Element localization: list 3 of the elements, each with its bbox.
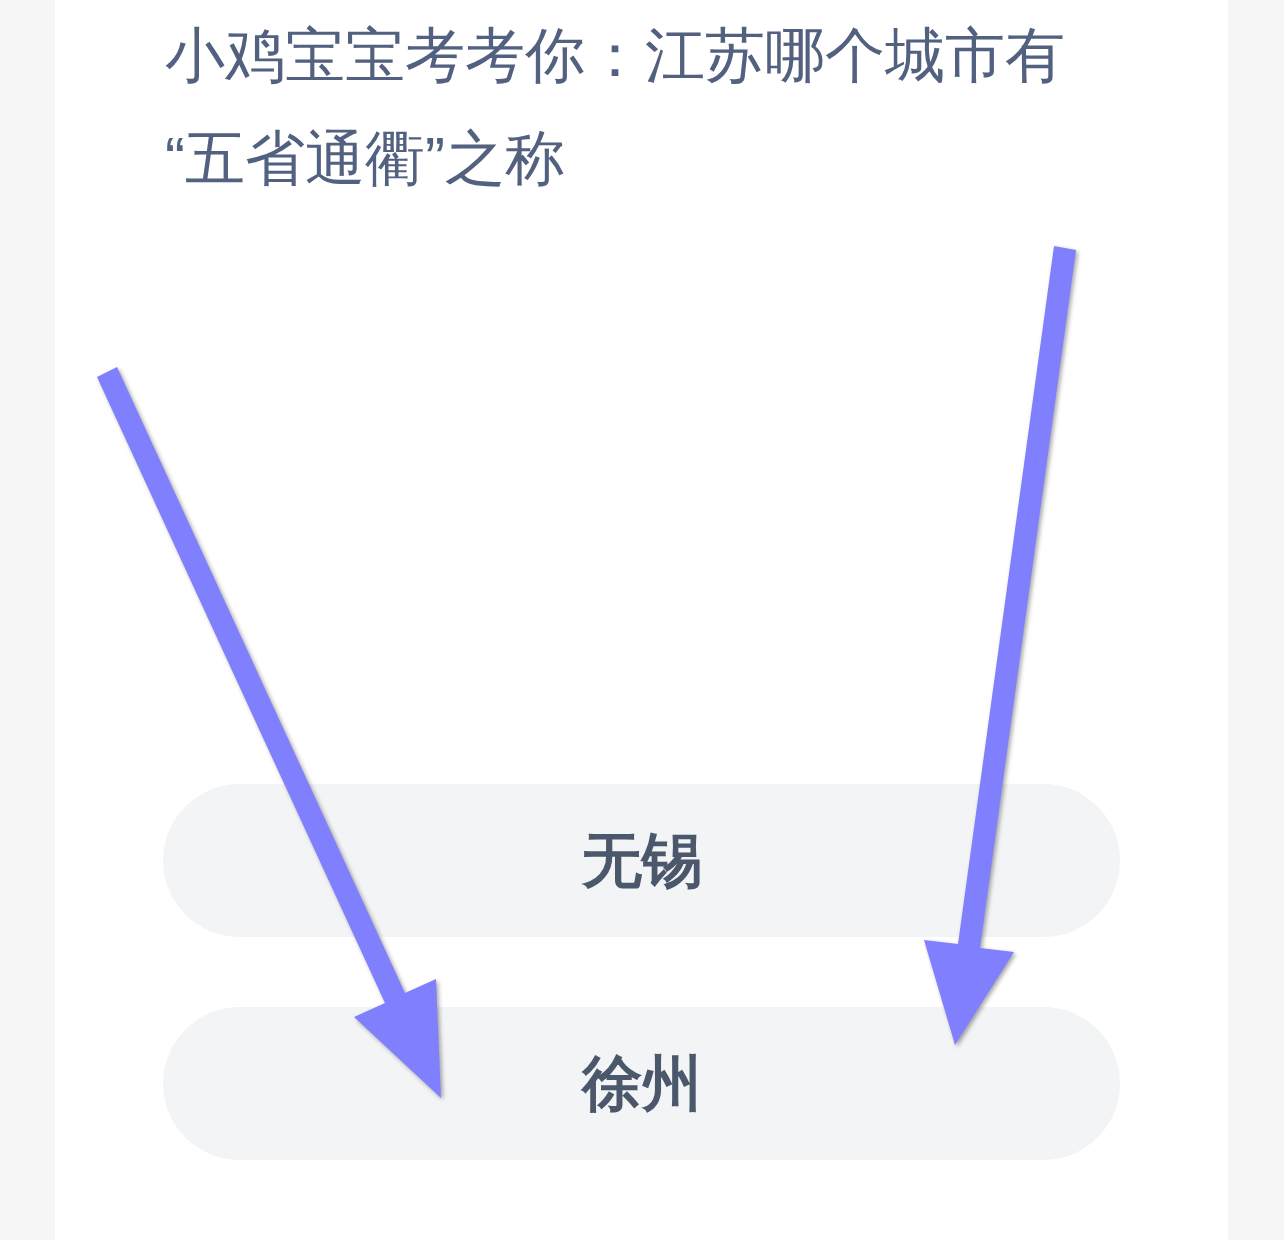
answer-option[interactable]: 徐州 xyxy=(163,1007,1120,1160)
answer-option[interactable]: 无锡 xyxy=(163,784,1120,937)
question-title: 小鸡宝宝考考你：江苏哪个城市有“五省通衢”之称 xyxy=(165,21,1066,194)
